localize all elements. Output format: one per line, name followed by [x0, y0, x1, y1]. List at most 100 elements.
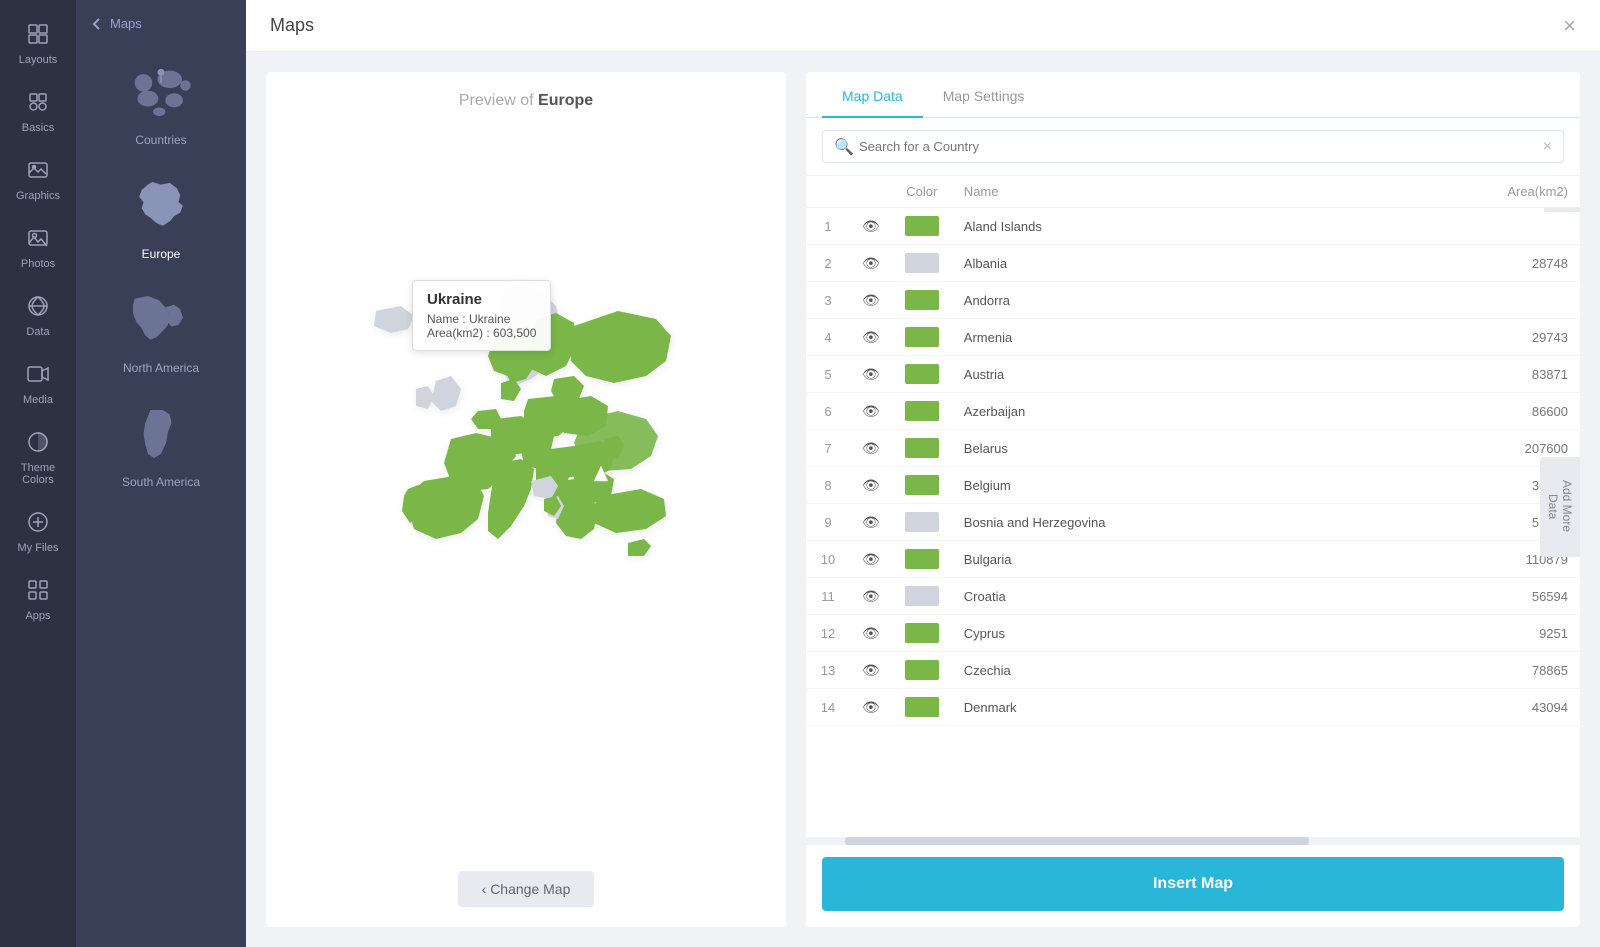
- row-color[interactable]: [892, 578, 952, 615]
- add-more-data-button[interactable]: Add More Data: [1540, 457, 1580, 557]
- sidebar-item-theme-colors[interactable]: Theme Colors: [0, 416, 76, 496]
- visibility-icon[interactable]: 👁: [862, 551, 880, 567]
- visibility-icon[interactable]: 👁: [862, 366, 880, 382]
- color-swatch[interactable]: [905, 401, 939, 421]
- row-eye[interactable]: 👁: [850, 319, 892, 356]
- tab-map-settings[interactable]: Map Settings: [923, 72, 1045, 118]
- table-header: Color Name Area(km2): [806, 176, 1580, 208]
- row-eye[interactable]: 👁: [850, 615, 892, 652]
- north-america-map-icon: [121, 285, 201, 355]
- visibility-icon[interactable]: 👁: [862, 255, 880, 271]
- color-swatch[interactable]: [905, 549, 939, 569]
- row-name: Belgium: [952, 467, 1480, 504]
- maps-panel: Maps Countries E: [76, 0, 246, 947]
- row-color[interactable]: [892, 615, 952, 652]
- map-item-europe[interactable]: Europe: [76, 159, 246, 273]
- map-item-label: Countries: [135, 133, 186, 147]
- row-area: 43094: [1480, 689, 1580, 726]
- color-swatch[interactable]: [905, 253, 939, 273]
- sidebar-item-layouts[interactable]: Layouts: [0, 8, 76, 76]
- map-item-label: North America: [123, 361, 199, 375]
- apps-icon: [22, 574, 54, 606]
- color-swatch[interactable]: [905, 438, 939, 458]
- row-name: Austria: [952, 356, 1480, 393]
- color-swatch[interactable]: [905, 475, 939, 495]
- sidebar-item-photos[interactable]: Photos: [0, 212, 76, 280]
- col-header-area: Area(km2): [1480, 176, 1580, 208]
- tab-map-data[interactable]: Map Data: [822, 72, 923, 118]
- theme-colors-icon: [22, 426, 54, 458]
- search-input[interactable]: [822, 130, 1564, 163]
- color-swatch[interactable]: [905, 327, 939, 347]
- row-eye[interactable]: 👁: [850, 208, 892, 245]
- sidebar-item-apps[interactable]: Apps: [0, 564, 76, 632]
- color-swatch[interactable]: [905, 697, 939, 717]
- row-eye[interactable]: 👁: [850, 393, 892, 430]
- visibility-icon[interactable]: 👁: [862, 477, 880, 493]
- map-item-south-america[interactable]: South America: [76, 387, 246, 501]
- color-swatch[interactable]: [905, 660, 939, 680]
- row-eye[interactable]: 👁: [850, 356, 892, 393]
- row-color[interactable]: [892, 430, 952, 467]
- map-item-north-america[interactable]: North America: [76, 273, 246, 387]
- color-swatch[interactable]: [905, 290, 939, 310]
- row-color[interactable]: [892, 393, 952, 430]
- color-swatch[interactable]: [905, 364, 939, 384]
- color-swatch[interactable]: [905, 623, 939, 643]
- row-num: 11: [806, 578, 850, 615]
- row-color[interactable]: [892, 208, 952, 245]
- table-row: 5 👁 Austria 83871: [806, 356, 1580, 393]
- row-color[interactable]: [892, 467, 952, 504]
- map-item-countries[interactable]: Countries: [76, 45, 246, 159]
- back-button[interactable]: Maps: [76, 12, 246, 45]
- row-color[interactable]: [892, 504, 952, 541]
- visibility-icon[interactable]: 👁: [862, 699, 880, 715]
- row-color[interactable]: [892, 319, 952, 356]
- row-name: Andorra: [952, 282, 1480, 319]
- insert-map-button[interactable]: Insert Map: [822, 857, 1564, 911]
- row-area: 86600: [1480, 393, 1580, 430]
- visibility-icon[interactable]: 👁: [862, 625, 880, 641]
- color-swatch[interactable]: [905, 216, 939, 236]
- row-color[interactable]: [892, 652, 952, 689]
- sidebar-item-media[interactable]: Media: [0, 348, 76, 416]
- row-num: 7: [806, 430, 850, 467]
- sidebar-item-data[interactable]: Data: [0, 280, 76, 348]
- row-color[interactable]: [892, 356, 952, 393]
- visibility-icon[interactable]: 👁: [862, 440, 880, 456]
- sidebar-item-my-files[interactable]: My Files: [0, 496, 76, 564]
- visibility-icon[interactable]: 👁: [862, 588, 880, 604]
- row-color[interactable]: [892, 282, 952, 319]
- row-eye[interactable]: 👁: [850, 578, 892, 615]
- row-eye[interactable]: 👁: [850, 282, 892, 319]
- row-name: Czechia: [952, 652, 1480, 689]
- row-eye[interactable]: 👁: [850, 430, 892, 467]
- visibility-icon[interactable]: 👁: [862, 662, 880, 678]
- close-button[interactable]: ×: [1563, 15, 1576, 37]
- row-eye[interactable]: 👁: [850, 689, 892, 726]
- row-num: 12: [806, 615, 850, 652]
- sidebar-item-basics[interactable]: Basics: [0, 76, 76, 144]
- change-map-button[interactable]: ‹ Change Map: [458, 871, 595, 907]
- row-eye[interactable]: 👁: [850, 652, 892, 689]
- horizontal-scrollbar[interactable]: [806, 837, 1580, 845]
- row-color[interactable]: [892, 245, 952, 282]
- sidebar-item-graphics[interactable]: Graphics: [0, 144, 76, 212]
- row-color[interactable]: [892, 541, 952, 578]
- row-eye[interactable]: 👁: [850, 467, 892, 504]
- visibility-icon[interactable]: 👁: [862, 514, 880, 530]
- color-swatch[interactable]: [905, 512, 939, 532]
- south-america-map-icon: [121, 399, 201, 469]
- row-eye[interactable]: 👁: [850, 541, 892, 578]
- search-clear-button[interactable]: ×: [1543, 138, 1552, 156]
- color-swatch[interactable]: [905, 586, 939, 606]
- row-eye[interactable]: 👁: [850, 245, 892, 282]
- main-content: Maps × Preview of Europe: [246, 0, 1600, 947]
- visibility-icon[interactable]: 👁: [862, 218, 880, 234]
- row-eye[interactable]: 👁: [850, 504, 892, 541]
- row-name: Croatia: [952, 578, 1480, 615]
- visibility-icon[interactable]: 👁: [862, 329, 880, 345]
- visibility-icon[interactable]: 👁: [862, 403, 880, 419]
- visibility-icon[interactable]: 👁: [862, 292, 880, 308]
- row-color[interactable]: [892, 689, 952, 726]
